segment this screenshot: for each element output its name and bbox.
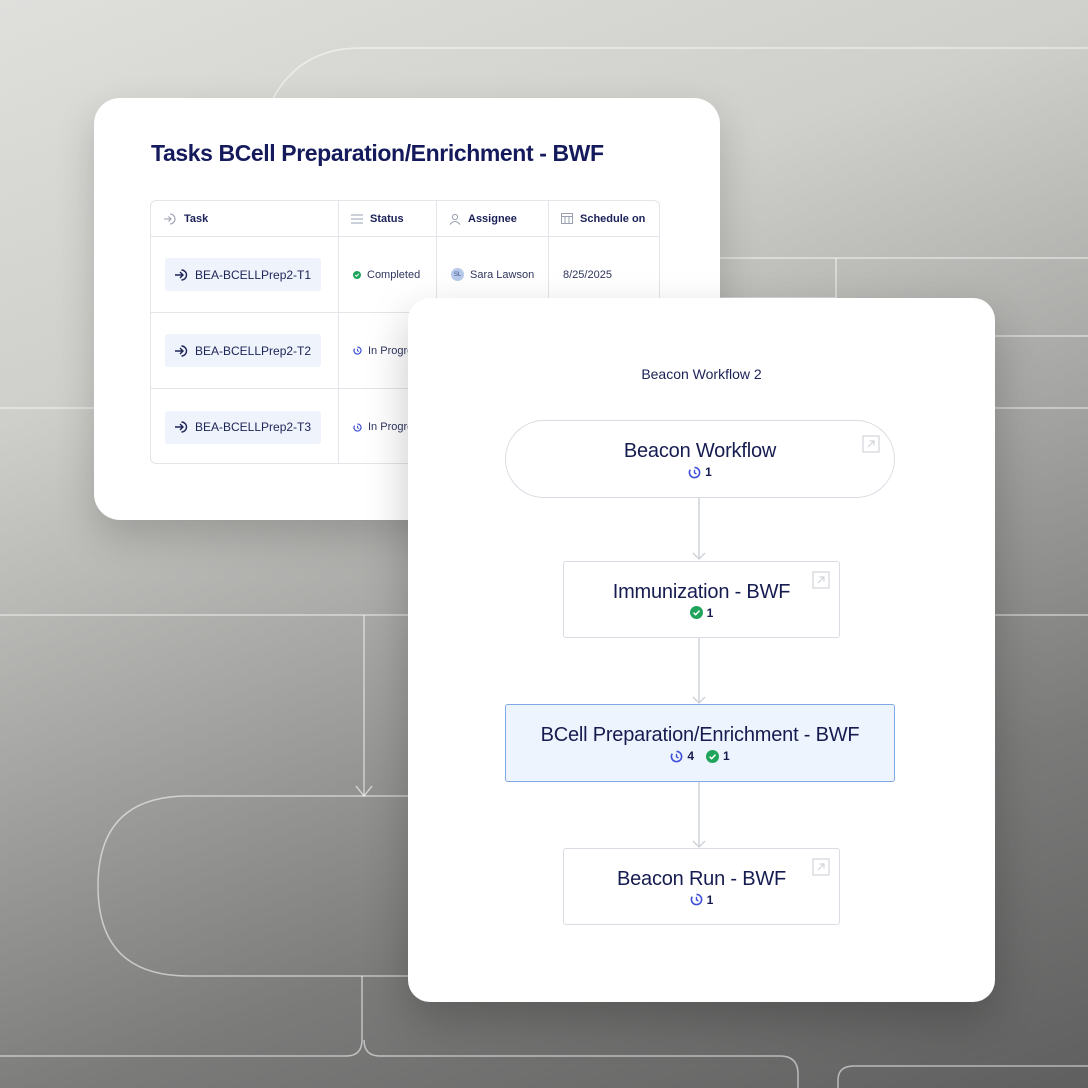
open-external-icon[interactable] xyxy=(812,858,830,876)
calendar-icon xyxy=(561,213,573,224)
in-progress-icon xyxy=(690,893,703,906)
node-label: Immunization - BWF xyxy=(612,580,791,603)
assignee-name: Sara Lawson xyxy=(470,268,535,281)
node-label: BCell Preparation/Enrichment - BWF xyxy=(540,724,860,746)
column-header-assignee[interactable]: Assignee xyxy=(437,201,549,237)
task-enter-icon xyxy=(164,212,176,225)
node-counts: 4 1 xyxy=(670,749,730,763)
task-id: BEA-BCELLPrep2-T2 xyxy=(195,343,312,358)
task-id: BEA-BCELLPrep2-T3 xyxy=(195,420,312,434)
in-progress-icon xyxy=(688,466,701,478)
in-progress-count: 1 xyxy=(690,893,713,907)
workflow-node-immunization[interactable]: Immunization - BWF 1 xyxy=(563,561,840,638)
column-header-label: Status xyxy=(370,212,404,225)
in-progress-icon xyxy=(353,346,362,355)
status-text: Completed xyxy=(367,268,421,281)
column-header-label: Task xyxy=(184,212,209,225)
table-row-task-cell: BEA-BCELLPrep2-T2 xyxy=(151,313,339,389)
task-enter-icon xyxy=(175,421,188,433)
status-list-icon xyxy=(351,214,363,223)
task-link[interactable]: BEA-BCELLPrep2-T2 xyxy=(165,334,322,367)
node-label: Beacon Workflow xyxy=(623,440,777,462)
completed-check-icon xyxy=(689,606,703,619)
in-progress-icon xyxy=(670,750,683,762)
node-counts: 1 xyxy=(690,893,713,907)
completed-count: 1 xyxy=(706,749,730,763)
task-enter-icon xyxy=(175,344,188,357)
completed-count: 1 xyxy=(689,606,713,620)
workflow-panel: Beacon Workflow 2 Beacon Workflow 1 Immu… xyxy=(408,298,995,1002)
task-link[interactable]: BEA-BCELLPrep2-T3 xyxy=(165,410,322,444)
tasks-title: Tasks BCell Preparation/Enrichment - BWF xyxy=(151,140,604,166)
open-external-icon[interactable] xyxy=(812,571,830,589)
node-counts: 1 xyxy=(688,465,712,479)
workflow-node-bcell-preparation[interactable]: BCell Preparation/Enrichment - BWF 4 1 xyxy=(505,704,895,782)
task-link[interactable]: BEA-BCELLPrep2-T1 xyxy=(165,258,322,291)
in-progress-icon xyxy=(353,422,362,432)
completed-check-icon xyxy=(353,270,361,279)
in-progress-count: 4 xyxy=(670,749,694,763)
column-header-status[interactable]: Status xyxy=(339,201,437,237)
workflow-node-beacon-workflow[interactable]: Beacon Workflow 1 xyxy=(505,420,895,498)
workflow-title: Beacon Workflow 2 xyxy=(641,366,762,382)
column-header-label: Schedule on xyxy=(580,212,646,225)
schedule-date: 8/25/2025 xyxy=(563,268,612,281)
completed-check-icon xyxy=(706,749,719,763)
in-progress-count: 1 xyxy=(688,465,712,479)
task-enter-icon xyxy=(175,268,188,281)
node-label: Beacon Run - BWF xyxy=(616,867,787,890)
task-id: BEA-BCELLPrep2-T1 xyxy=(195,267,312,282)
workflow-node-beacon-run[interactable]: Beacon Run - BWF 1 xyxy=(563,848,840,925)
table-row-task-cell: BEA-BCELLPrep2-T3 xyxy=(151,389,339,463)
table-row-task-cell: BEA-BCELLPrep2-T1 xyxy=(151,237,339,313)
column-header-schedule[interactable]: Schedule on xyxy=(549,201,659,237)
assignee-user-icon xyxy=(449,213,461,225)
column-header-label: Assignee xyxy=(468,212,517,225)
avatar: SL xyxy=(451,268,464,281)
node-counts: 1 xyxy=(689,606,713,620)
open-external-icon[interactable] xyxy=(862,435,880,453)
column-header-task[interactable]: Task xyxy=(151,201,339,237)
